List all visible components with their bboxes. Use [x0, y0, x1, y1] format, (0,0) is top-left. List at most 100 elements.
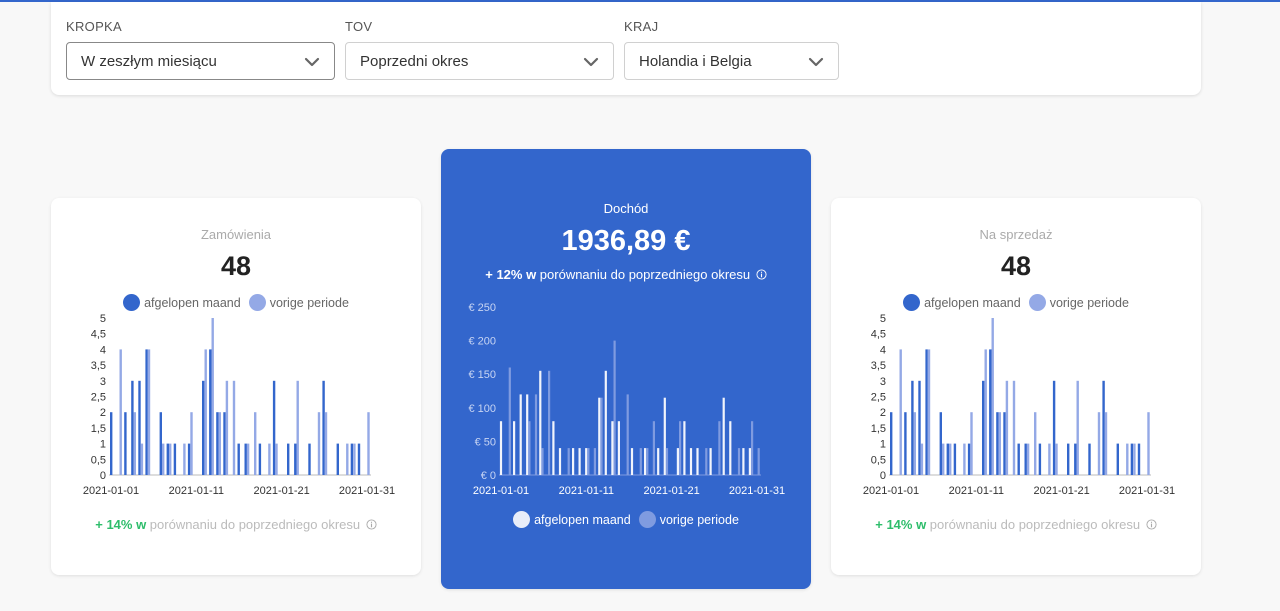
bar-current[interactable]	[244, 443, 247, 475]
legend-item-previous[interactable]: vorige periode	[248, 294, 349, 311]
bar-current[interactable]	[1067, 443, 1070, 475]
bar-current[interactable]	[145, 349, 148, 475]
bar-previous[interactable]	[913, 412, 916, 475]
bar-current[interactable]	[1074, 443, 1077, 475]
bar-current[interactable]	[996, 412, 999, 475]
bar-current[interactable]	[322, 380, 325, 475]
bar-current[interactable]	[696, 448, 699, 475]
bar-previous[interactable]	[1048, 443, 1051, 475]
bar-previous[interactable]	[225, 380, 229, 475]
info-icon[interactable]	[1146, 519, 1157, 530]
bar-current[interactable]	[982, 380, 985, 475]
bar-current[interactable]	[904, 412, 907, 475]
revenue-card[interactable]: Dochód 1936,89 € + 12% w porównaniu do p…	[441, 149, 811, 589]
bar-previous[interactable]	[1026, 443, 1030, 475]
bar-previous[interactable]	[1133, 443, 1136, 475]
bar-previous[interactable]	[963, 443, 966, 475]
legend-item-current[interactable]: afgelopen maand	[903, 294, 1021, 311]
bar-current[interactable]	[202, 380, 205, 475]
bar-current[interactable]	[578, 448, 581, 475]
bar-current[interactable]	[1017, 443, 1020, 475]
bar-previous[interactable]	[1104, 412, 1108, 475]
bar-current[interactable]	[110, 412, 113, 475]
info-icon[interactable]	[756, 269, 767, 280]
bar-current[interactable]	[539, 370, 542, 475]
orders-card[interactable]: Zamówienia 48 afgelopen maand vorige per…	[51, 198, 421, 575]
bar-previous[interactable]	[162, 443, 165, 475]
bar-current[interactable]	[611, 421, 614, 475]
bar-previous[interactable]	[737, 448, 741, 475]
bar-previous[interactable]	[942, 443, 945, 475]
bar-current[interactable]	[1038, 443, 1042, 475]
bar-previous[interactable]	[534, 394, 538, 475]
bar-previous[interactable]	[1126, 443, 1129, 475]
legend-item-current[interactable]: afgelopen maand	[513, 511, 631, 528]
bar-current[interactable]	[918, 380, 921, 475]
bar-current[interactable]	[729, 421, 732, 475]
bar-previous[interactable]	[268, 443, 271, 475]
bar-previous[interactable]	[705, 448, 708, 475]
bar-previous[interactable]	[626, 394, 629, 475]
bar-previous[interactable]	[593, 448, 596, 475]
bar-current[interactable]	[209, 349, 212, 475]
bar-previous[interactable]	[140, 443, 144, 475]
bar-previous[interactable]	[232, 380, 236, 475]
bar-current[interactable]	[294, 443, 297, 475]
bar-previous[interactable]	[204, 349, 207, 475]
bar-current[interactable]	[258, 443, 262, 475]
bar-previous[interactable]	[296, 380, 299, 475]
bar-current[interactable]	[350, 443, 354, 475]
bar-previous[interactable]	[367, 412, 370, 475]
bar-current[interactable]	[216, 412, 219, 475]
bar-previous[interactable]	[190, 412, 193, 475]
bar-previous[interactable]	[218, 412, 221, 475]
bar-previous[interactable]	[246, 443, 250, 475]
bar-previous[interactable]	[984, 349, 987, 475]
bar-previous[interactable]	[1055, 443, 1058, 475]
bar-current[interactable]	[287, 443, 290, 475]
bar-current[interactable]	[742, 448, 745, 475]
bar-previous[interactable]	[970, 412, 973, 475]
bar-previous[interactable]	[1097, 412, 1101, 475]
bar-current[interactable]	[1102, 380, 1105, 475]
bar-current[interactable]	[748, 448, 751, 475]
bar-current[interactable]	[604, 370, 607, 475]
bar-current[interactable]	[657, 448, 660, 475]
bar-current[interactable]	[1003, 412, 1006, 475]
bar-current[interactable]	[237, 443, 240, 475]
bar-previous[interactable]	[548, 370, 551, 475]
bar-previous[interactable]	[639, 448, 642, 475]
bar-previous[interactable]	[541, 448, 544, 475]
bar-previous[interactable]	[613, 340, 616, 475]
bar-current[interactable]	[572, 448, 575, 475]
bar-previous[interactable]	[949, 443, 952, 475]
bar-current[interactable]	[630, 448, 634, 475]
bar-previous[interactable]	[665, 448, 669, 475]
bar-current[interactable]	[124, 412, 127, 475]
bar-previous[interactable]	[920, 443, 924, 475]
bar-previous[interactable]	[211, 318, 214, 475]
legend-item-current[interactable]: afgelopen maand	[123, 294, 241, 311]
bar-current[interactable]	[519, 394, 522, 475]
bar-current[interactable]	[722, 397, 725, 475]
bar-current[interactable]	[989, 349, 992, 475]
bar-current[interactable]	[689, 448, 693, 475]
bar-previous[interactable]	[346, 443, 349, 475]
bar-current[interactable]	[890, 412, 893, 475]
bar-current[interactable]	[1052, 380, 1056, 475]
bar-current[interactable]	[967, 443, 971, 475]
bar-current[interactable]	[173, 443, 177, 475]
bar-previous[interactable]	[998, 412, 1001, 475]
bar-current[interactable]	[644, 448, 647, 475]
bar-current[interactable]	[159, 412, 162, 475]
bar-previous[interactable]	[1147, 412, 1150, 475]
bar-current[interactable]	[617, 421, 620, 475]
bar-previous[interactable]	[133, 412, 136, 475]
bar-current[interactable]	[552, 421, 555, 475]
sales-card[interactable]: Na sprzedaż 48 afgelopen maand vorige pe…	[831, 198, 1201, 575]
bar-current[interactable]	[138, 380, 141, 475]
country-select[interactable]: Holandia i Belgia	[624, 42, 839, 80]
bar-previous[interactable]	[1012, 380, 1016, 475]
bar-current[interactable]	[1137, 443, 1141, 475]
bar-current[interactable]	[1024, 443, 1027, 475]
